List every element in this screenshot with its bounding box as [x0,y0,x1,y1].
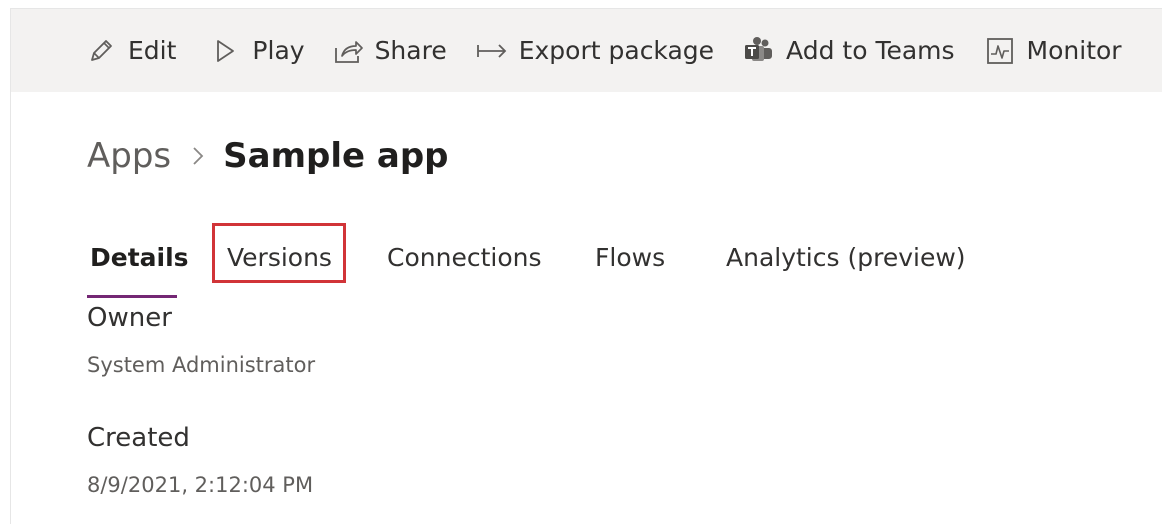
page-title: Sample app [223,136,449,176]
owner-label: Owner [87,303,172,333]
monitor-label: Monitor [1026,36,1122,65]
monitor-icon [983,34,1017,68]
play-button[interactable]: Play [208,31,305,71]
teams-icon [742,34,776,68]
tab-connections[interactable]: Connections [387,231,541,283]
add-to-teams-label: Add to Teams [786,36,955,65]
breadcrumb-apps-link[interactable]: Apps [87,136,171,176]
tab-flows[interactable]: Flows [595,231,665,283]
tab-list: Details Versions Connections Flows Analy… [87,223,1087,301]
play-label: Play [252,36,305,65]
selected-tab-indicator [87,295,177,298]
add-to-teams-button[interactable]: Add to Teams [742,31,955,71]
tab-analytics-preview[interactable]: Analytics (preview) [726,231,966,283]
export-arrow-icon [475,34,509,68]
tab-details[interactable]: Details [90,231,189,283]
export-package-button[interactable]: Export package [475,31,714,71]
app-details-panel: Edit Play Share Export package Add to Te… [10,8,1162,524]
created-value: 8/9/2021, 2:12:04 PM [87,473,314,497]
tab-versions[interactable]: Versions [227,231,332,283]
edit-label: Edit [128,36,177,65]
play-icon [208,34,242,68]
pencil-icon [84,34,118,68]
edit-button[interactable]: Edit [84,31,176,71]
chevron-right-icon [191,145,205,167]
command-bar: Edit Play Share Export package Add to Te… [11,9,1162,92]
breadcrumb: Apps Sample app [87,131,449,181]
export-package-label: Export package [518,36,715,65]
created-label: Created [87,423,190,453]
monitor-button[interactable]: Monitor [983,31,1122,71]
share-icon [331,34,365,68]
share-label: Share [374,36,447,65]
owner-value: System Administrator [87,353,316,377]
share-button[interactable]: Share [331,31,447,71]
